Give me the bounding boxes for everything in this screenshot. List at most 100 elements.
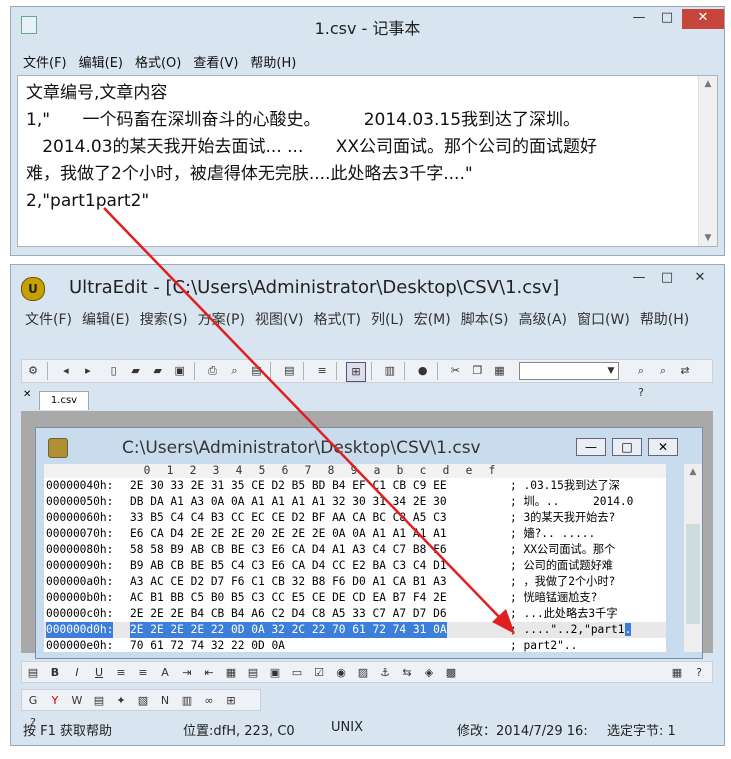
font-icon[interactable]: A xyxy=(156,664,174,682)
menu-format[interactable]: 格式(O) xyxy=(129,49,187,74)
close-tab-icon[interactable]: ✕ xyxy=(23,389,31,400)
code-icon[interactable]: ◈ xyxy=(420,664,438,682)
maximize-icon[interactable]: □ xyxy=(612,438,642,456)
new-file-icon[interactable]: ▯ xyxy=(105,362,123,380)
align-icon[interactable]: ≡ xyxy=(112,664,130,682)
picture-icon[interactable]: ▨ xyxy=(354,664,372,682)
open-icon[interactable]: ▰ xyxy=(149,362,167,380)
paste-icon[interactable]: ▦ xyxy=(490,362,508,380)
menu-window[interactable]: 窗口(W) xyxy=(573,309,636,331)
back-icon[interactable]: ◂ xyxy=(57,362,75,380)
scroll-thumb[interactable] xyxy=(686,524,700,624)
menu-column[interactable]: 列(L) xyxy=(367,309,410,331)
idea-icon[interactable]: ✦ xyxy=(112,692,130,710)
menu-view[interactable]: 查看(V) xyxy=(187,49,244,74)
settings-icon[interactable]: ⚙ xyxy=(24,362,42,380)
close-button[interactable]: ✕ xyxy=(682,9,724,29)
hex-row[interactable]: 00000080h: 58 58 B9 AB CB BE C3 E6 CA D4 … xyxy=(44,542,666,558)
align-center-icon[interactable]: ≡ xyxy=(134,664,152,682)
maximize-icon[interactable]: □ xyxy=(654,269,680,289)
anchor-icon[interactable]: ⚓ xyxy=(376,664,394,682)
web-icon[interactable]: ● xyxy=(414,362,432,380)
menu-view[interactable]: 视图(V) xyxy=(251,309,310,331)
print-preview-icon[interactable]: ⌕ xyxy=(225,362,243,380)
hex-editor[interactable]: 0 1 2 3 4 5 6 7 8 9 a b c d e f 00000040… xyxy=(44,464,666,652)
hex-row[interactable]: 000000b0h: AC B1 BB C5 B0 B5 C3 CC E5 CE … xyxy=(44,590,666,606)
save-icon[interactable]: ▣ xyxy=(171,362,189,380)
php-icon[interactable]: ▥ xyxy=(178,692,196,710)
open-folder-icon[interactable]: ▰ xyxy=(127,362,145,380)
dictionary-icon[interactable]: ▤ xyxy=(90,692,108,710)
find-next-icon[interactable]: ⌕ xyxy=(654,362,672,380)
menu-macro[interactable]: 宏(M) xyxy=(410,309,457,331)
image-icon[interactable]: ▣ xyxy=(266,664,284,682)
indent-icon[interactable]: ⇥ xyxy=(178,664,196,682)
scroll-up-icon[interactable]: ▲ xyxy=(699,76,717,92)
hex-row[interactable]: 00000090h: B9 AB CB BE B5 C4 C3 E6 CA D4 … xyxy=(44,558,666,574)
hex-scrollbar[interactable]: ▲ xyxy=(684,464,702,652)
menu-script[interactable]: 脚本(S) xyxy=(457,309,515,331)
search-combo[interactable]: ▼ xyxy=(519,362,619,380)
textbox-icon[interactable]: ▭ xyxy=(288,664,306,682)
minimize-icon[interactable]: — xyxy=(576,438,606,456)
grid-icon[interactable]: ▦ xyxy=(668,664,686,682)
menu-edit[interactable]: 编辑(E) xyxy=(78,309,136,331)
hex-row[interactable]: 00000040h: 2E 30 33 2E 31 35 CE D2 B5 BD … xyxy=(44,478,666,494)
wrap-icon[interactable]: ≡ xyxy=(313,362,331,380)
spell-icon[interactable]: ▤ xyxy=(24,664,42,682)
lock-icon[interactable]: ▩ xyxy=(442,664,460,682)
menu-project[interactable]: 方案(P) xyxy=(194,309,251,331)
find-icon[interactable]: ⌕ xyxy=(632,362,650,380)
menu-file[interactable]: 文件(F) xyxy=(21,309,78,331)
radio-icon[interactable]: ◉ xyxy=(332,664,350,682)
italic-icon[interactable]: I xyxy=(68,664,86,682)
scroll-up-icon[interactable]: ▲ xyxy=(684,464,702,480)
chevron-down-icon[interactable]: ▼ xyxy=(604,363,618,379)
note-icon[interactable]: N xyxy=(156,692,174,710)
hex-row[interactable]: 00000070h: E6 CA D4 2E 2E 2E 20 2E 2E 2E … xyxy=(44,526,666,542)
menu-file[interactable]: 文件(F) xyxy=(17,49,73,74)
menu-help[interactable]: 帮助(H) xyxy=(244,49,302,74)
menu-format[interactable]: 格式(T) xyxy=(309,309,366,331)
bold-icon[interactable]: B xyxy=(46,664,64,682)
list-icon[interactable]: ▤ xyxy=(244,664,262,682)
hex-row-selected[interactable]: 000000d0h: 2E 2E 2E 2E 22 0D 0A 32 2C 22 … xyxy=(44,622,666,638)
hex-row[interactable]: 00000050h: DB DA A1 A3 0A 0A A1 A1 A1 A1 … xyxy=(44,494,666,510)
tab-1-csv[interactable]: 1.csv xyxy=(39,391,89,410)
windows-icon[interactable]: ⊞ xyxy=(222,692,240,710)
notepad-scrollbar[interactable]: ▲ ▼ xyxy=(698,76,717,246)
hex-row[interactable]: 00000060h: 33 B5 C4 C4 B3 CC EC CE D2 BF … xyxy=(44,510,666,526)
wiki-icon[interactable]: W xyxy=(68,692,86,710)
replace-icon[interactable]: ⇄ xyxy=(676,362,694,380)
forward-icon[interactable]: ▸ xyxy=(79,362,97,380)
cut-icon[interactable]: ✂ xyxy=(446,362,464,380)
notepad-text-area[interactable]: 文章编号,文章内容 1," 一个码畜在深圳奋斗的心酸史。 2014.03.15我… xyxy=(17,75,718,247)
list-icon[interactable]: ▥ xyxy=(381,362,399,380)
yahoo-icon[interactable]: Y xyxy=(46,692,64,710)
notepad-titlebar[interactable]: 1.csv - 记事本 — □ ✕ xyxy=(11,7,724,41)
hex-mode-icon[interactable]: ⊞ xyxy=(345,362,366,382)
export-icon[interactable]: ▤ xyxy=(247,362,265,380)
minimize-icon[interactable]: — xyxy=(626,269,652,289)
copy-icon[interactable]: ❐ xyxy=(468,362,486,380)
notes-icon[interactable]: ▧ xyxy=(134,692,152,710)
menu-edit[interactable]: 编辑(E) xyxy=(73,49,129,74)
hex-row[interactable]: 000000e0h: 70 61 72 74 32 22 0D 0A; part2… xyxy=(44,638,666,654)
maximize-icon[interactable]: □ xyxy=(654,9,680,29)
help-icon[interactable]: ? xyxy=(690,664,708,682)
hex-row[interactable]: 000000a0h: A3 AC CE D2 D7 F6 C1 CB 32 B8 … xyxy=(44,574,666,590)
menu-advanced[interactable]: 高级(A) xyxy=(515,309,574,331)
close-icon[interactable]: ✕ xyxy=(682,269,718,289)
table-icon[interactable]: ▦ xyxy=(222,664,240,682)
print-icon[interactable]: ⎙ xyxy=(203,362,221,380)
outdent-icon[interactable]: ⇤ xyxy=(200,664,218,682)
google-icon[interactable]: G xyxy=(24,692,42,710)
hex-row[interactable]: 000000c0h: 2E 2E 2E B4 CB B4 A6 C2 D4 C8 … xyxy=(44,606,666,622)
link-icon[interactable]: ∞ xyxy=(200,692,218,710)
swap-icon[interactable]: ⇆ xyxy=(398,664,416,682)
checkbox-icon[interactable]: ☑ xyxy=(310,664,328,682)
close-icon[interactable]: ✕ xyxy=(648,438,678,456)
document-icon[interactable]: ▤ xyxy=(280,362,298,380)
underline-icon[interactable]: U xyxy=(90,664,108,682)
minimize-icon[interactable]: — xyxy=(626,9,652,29)
